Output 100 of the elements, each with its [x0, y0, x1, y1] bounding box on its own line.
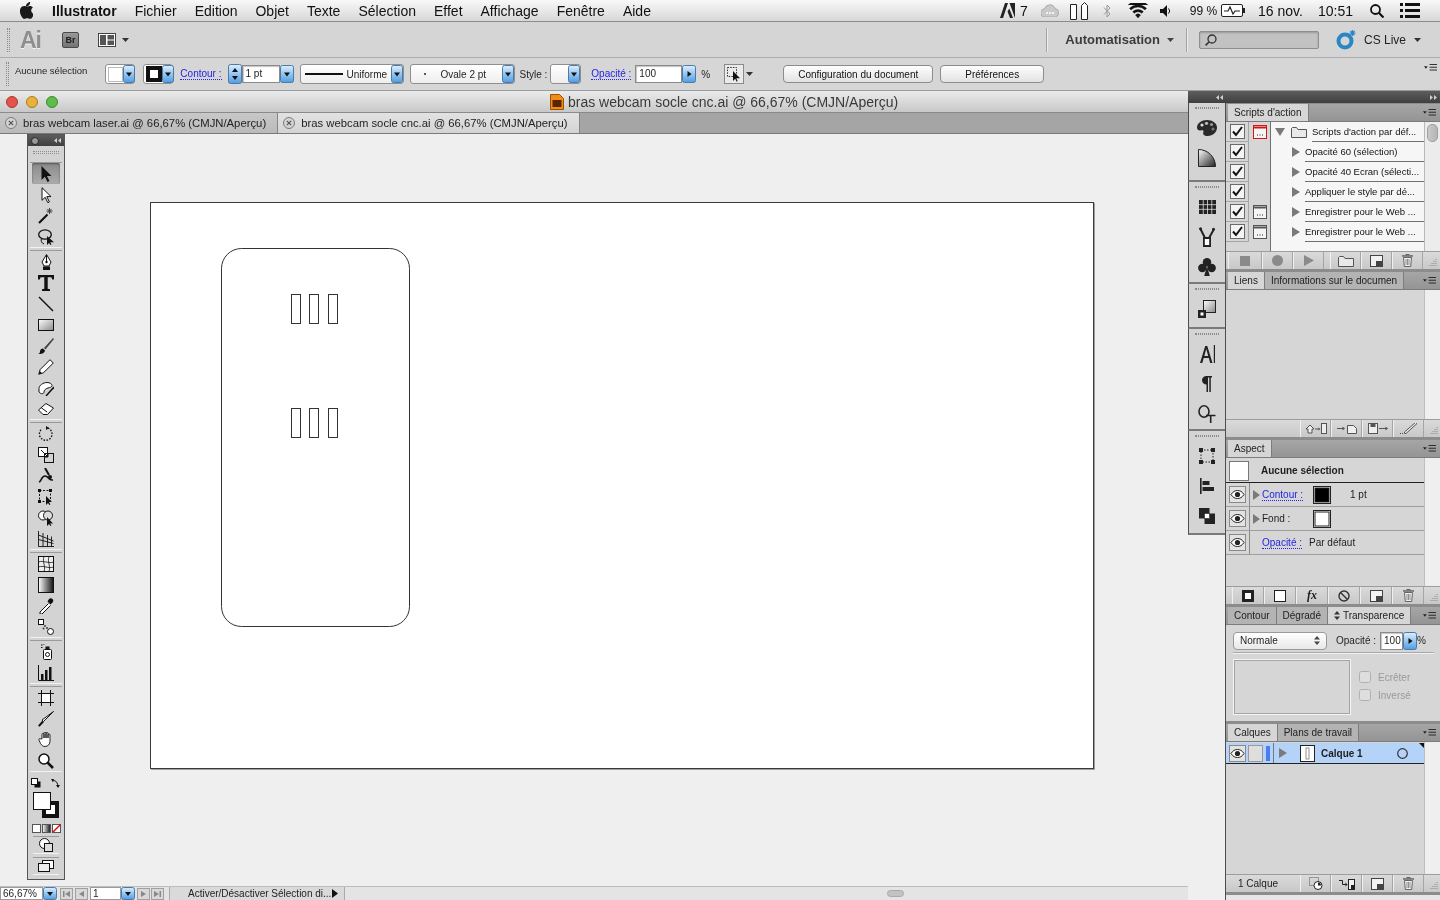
disclosure-triangle-icon[interactable]: [1253, 489, 1260, 500]
status-menu[interactable]: Activer/Désactiver Sélection di...: [169, 887, 345, 900]
effects-button[interactable]: fx: [1307, 588, 1317, 603]
panel-menu-icon[interactable]: [1423, 728, 1436, 737]
stepper-arrows-icon[interactable]: [227, 64, 242, 84]
list-icon[interactable]: [1400, 3, 1420, 18]
circle-outline-icon[interactable]: [1397, 747, 1408, 759]
appearance-link[interactable]: Contour :: [1262, 488, 1304, 501]
collapse-arrows-icon[interactable]: [1216, 94, 1223, 100]
menu-item[interactable]: Aide: [613, 0, 660, 21]
scrollbar-track[interactable]: [1424, 122, 1440, 251]
panel-menu-icon[interactable]: [1423, 276, 1436, 285]
panel-tab[interactable]: Contour: [1228, 607, 1277, 624]
arrow-to-page-icon[interactable]: [1336, 423, 1357, 434]
eye-icon[interactable]: [1229, 744, 1246, 762]
stroke-color-dropdown[interactable]: [143, 64, 174, 84]
align-icon[interactable]: [1200, 478, 1214, 494]
blank-square-icon[interactable]: [31, 824, 41, 833]
menu-item[interactable]: Objet: [246, 0, 298, 21]
last-page-icon[interactable]: [151, 887, 164, 900]
disclosure-triangle-icon[interactable]: [1275, 128, 1285, 136]
close-icon[interactable]: [31, 136, 39, 145]
opacity-field[interactable]: 100: [635, 65, 683, 83]
expand-arrows-icon[interactable]: [1430, 94, 1437, 100]
color-swatch-icon[interactable]: [1313, 509, 1331, 528]
brushes-cup-icon[interactable]: [1199, 227, 1215, 247]
disclosure-triangle-icon[interactable]: [1292, 227, 1300, 237]
search-icon[interactable]: [1370, 3, 1384, 18]
panel-menu-icon[interactable]: [1423, 444, 1436, 453]
menu-item[interactable]: Effet: [425, 0, 472, 21]
dialog-window-icon[interactable]: [1252, 205, 1267, 219]
swap-arrows-icon[interactable]: [51, 778, 61, 788]
logo-icon[interactable]: [999, 3, 1015, 18]
collapse-arrows-icon[interactable]: [54, 138, 61, 143]
document-setup-button[interactable]: Configuration du document: [783, 65, 934, 83]
page-number-field[interactable]: 1: [90, 887, 121, 900]
grid-icon[interactable]: [1198, 200, 1216, 214]
fill-color-dropdown[interactable]: [105, 64, 136, 84]
action-name[interactable]: Enregistrer pour le Web ...: [1305, 206, 1416, 217]
disclosure-triangle-icon[interactable]: [1292, 147, 1300, 157]
checkbox-icon[interactable]: [1229, 224, 1245, 239]
club-icon[interactable]: [1198, 258, 1216, 276]
stroke-weight-field[interactable]: 1 pt: [241, 65, 280, 83]
opacity-link[interactable]: Opacité :: [591, 68, 632, 80]
layer-name[interactable]: Calque 1: [1321, 747, 1363, 759]
screen-mode-button[interactable]: [33, 857, 59, 875]
square-frame-icon[interactable]: [1242, 589, 1254, 602]
slashed-square-icon[interactable]: [51, 824, 61, 833]
panel-tab[interactable]: Aspect: [1228, 440, 1272, 457]
graphic-style-dropdown[interactable]: [550, 64, 582, 84]
trash-icon[interactable]: [1403, 877, 1414, 890]
volume-icon[interactable]: [1159, 4, 1171, 17]
panel-tab[interactable]: Scripts d'action: [1228, 104, 1309, 121]
new-page-icon[interactable]: [1369, 589, 1383, 602]
new-page-icon[interactable]: [1371, 877, 1384, 890]
edit-pencil-icon[interactable]: [1399, 423, 1418, 434]
battery-charging-icon[interactable]: [1221, 4, 1246, 17]
checkbox-icon[interactable]: [1229, 184, 1245, 199]
workspace-menu[interactable]: Automatisation: [1065, 32, 1174, 47]
scrollbar-thumb[interactable]: [887, 890, 904, 897]
resize-grip-icon[interactable]: [1429, 593, 1438, 602]
eye-icon[interactable]: [1229, 486, 1246, 503]
document-tab[interactable]: bras webcam socle cnc.ai @ 66,67% (CMJN/Aperçu): [278, 113, 580, 133]
arrange-documents-button[interactable]: [98, 32, 129, 47]
twin-columns-icon[interactable]: [1069, 1, 1088, 20]
drawing-mode-button[interactable]: [33, 836, 59, 854]
square-outline-icon[interactable]: [1274, 589, 1286, 602]
panel-menu-icon[interactable]: [1424, 64, 1437, 72]
stacked-squares-icon[interactable]: [1199, 508, 1215, 524]
up-down-arrows-icon[interactable]: [1333, 611, 1340, 620]
resize-grip-icon[interactable]: [1429, 426, 1438, 435]
menu-item[interactable]: Fenêtre: [547, 0, 614, 21]
brush-dropdown[interactable]: Ovale 2 pt: [409, 64, 515, 84]
cs-live-menu[interactable]: CS Live: [1335, 29, 1421, 50]
scrollbar-thumb[interactable]: [1427, 124, 1438, 142]
opacity-field[interactable]: 100: [1380, 631, 1404, 650]
action-name[interactable]: Opacité 40 Ecran (sélecti...: [1305, 166, 1420, 177]
menu-item[interactable]: Affichage: [471, 0, 548, 21]
scrollbar-track[interactable]: [1424, 290, 1440, 419]
menu-item[interactable]: Sélection: [349, 0, 425, 21]
scrollbar-track[interactable]: [1424, 458, 1440, 586]
select-similar-button[interactable]: [724, 64, 754, 84]
shape-arrow-page-icon[interactable]: [1304, 423, 1327, 434]
eye-icon[interactable]: [1229, 510, 1246, 527]
disclosure-triangle-icon[interactable]: [1292, 167, 1300, 177]
gradient-square-icon[interactable]: [41, 824, 51, 833]
appearance-link[interactable]: Opacité :: [1262, 536, 1303, 549]
disclosure-triangle-icon[interactable]: [1292, 187, 1300, 197]
stroke-link[interactable]: Contour :: [180, 68, 222, 80]
panel-tab[interactable]: Informations sur le documen: [1264, 272, 1405, 289]
disk-arrow-icon[interactable]: [1367, 423, 1388, 434]
bridge-button[interactable]: Br: [62, 31, 79, 48]
color-swatch-icon[interactable]: [1313, 485, 1331, 504]
action-name[interactable]: Appliquer le style par dé...: [1305, 186, 1415, 197]
checkbox-icon[interactable]: [1229, 164, 1245, 179]
zoom-icon[interactable]: [46, 95, 58, 108]
blend-mode-select[interactable]: Normale: [1233, 631, 1327, 650]
action-name[interactable]: Opacité 60 (sélection): [1305, 146, 1398, 157]
menu-item[interactable]: Texte: [297, 0, 350, 21]
dialog-window-icon[interactable]: [1252, 225, 1267, 239]
